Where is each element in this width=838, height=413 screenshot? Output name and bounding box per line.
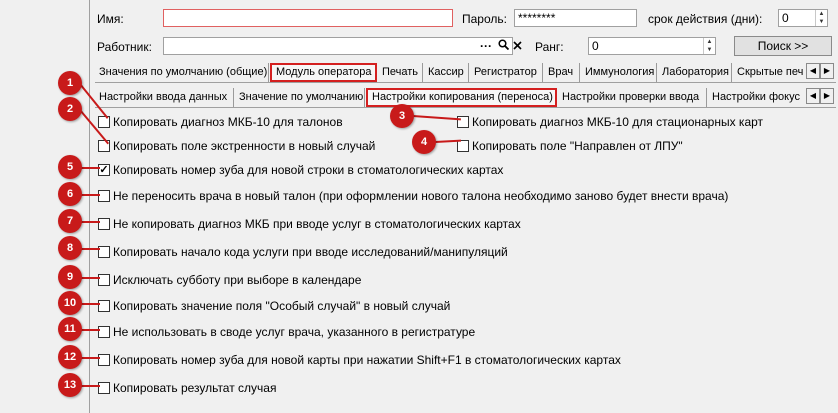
no-transfer-doctor-checkbox[interactable] xyxy=(98,190,110,202)
close-icon[interactable] xyxy=(513,38,522,54)
marker-pointer xyxy=(80,194,100,196)
marker-13: 13 xyxy=(58,373,82,397)
ellipsis-icon[interactable]: ··· xyxy=(480,38,492,54)
marker-pointer xyxy=(80,303,100,305)
tab-focus-settings[interactable]: Настройки фокус xyxy=(708,88,808,107)
marker-8: 8 xyxy=(58,236,82,260)
subtab-divider xyxy=(95,107,836,108)
tabs-sub: Настройки ввода данных Значение по умолч… xyxy=(95,88,836,107)
password-label: Пароль: xyxy=(462,12,507,26)
copy-tooth-shift-f1-checkbox[interactable] xyxy=(98,354,110,366)
marker-11: 11 xyxy=(58,317,82,341)
marker-pointer xyxy=(80,329,100,331)
copy-mkb-talon-checkbox[interactable] xyxy=(98,116,110,128)
checkbox-label: Не использовать в своде услуг врача, ука… xyxy=(113,325,476,339)
copy-special-case-checkbox[interactable] xyxy=(98,300,110,312)
checkbox-label: Копировать диагноз МКБ-10 для талонов xyxy=(113,115,343,129)
scroll-right-icon[interactable]: ▶ xyxy=(820,63,834,79)
search-icon[interactable] xyxy=(498,38,510,54)
checkbox-label: Копировать начало кода услуги при вводе … xyxy=(113,245,508,259)
name-input[interactable] xyxy=(163,9,453,27)
tab-copy-settings[interactable]: Настройки копирования (переноса) xyxy=(366,88,557,107)
tab-input-validation[interactable]: Настройки проверки ввода xyxy=(558,88,707,107)
marker-6: 6 xyxy=(58,182,82,206)
scroll-left-icon[interactable]: ◀ xyxy=(806,88,820,104)
tabs-top: Значения по умолчанию (общие) Модуль опе… xyxy=(95,63,836,82)
marker-5: 5 xyxy=(58,155,82,179)
name-label: Имя: xyxy=(97,12,124,26)
tab-input-settings[interactable]: Настройки ввода данных xyxy=(95,88,234,107)
tab-default-value[interactable]: Значение по умолчанию xyxy=(235,88,365,107)
tab-hidden-print[interactable]: Скрытые печ xyxy=(733,63,809,82)
checkbox-label: Копировать номер зуба для новой карты пр… xyxy=(113,353,621,367)
checkbox-label: Не переносить врача в новый талон (при о… xyxy=(113,189,729,203)
checkbox-label: Копировать значение поля "Особый случай"… xyxy=(113,299,451,313)
checkbox-label: Копировать результат случая xyxy=(113,381,277,395)
tab-cashier[interactable]: Кассир xyxy=(424,63,469,82)
rank-value: 0 xyxy=(592,39,599,53)
checkbox-label: Копировать поле "Направлен от ЛПУ" xyxy=(472,139,683,153)
no-copy-mkb-dental-checkbox[interactable] xyxy=(98,218,110,230)
rank-label: Ранг: xyxy=(535,40,564,54)
tab-divider xyxy=(95,82,836,83)
marker-10: 10 xyxy=(58,291,82,315)
no-use-registry-doctor-checkbox[interactable] xyxy=(98,326,110,338)
copy-referred-from-checkbox[interactable] xyxy=(457,140,469,152)
spinner-arrows-icon[interactable]: ▲ ▼ xyxy=(815,10,827,26)
tab-print[interactable]: Печать xyxy=(378,63,423,82)
checkbox-label: Копировать диагноз МКБ-10 для стационарн… xyxy=(472,115,764,129)
tab-immunology[interactable]: Иммунология xyxy=(581,63,657,82)
exclude-saturday-checkbox[interactable] xyxy=(98,274,110,286)
marker-12: 12 xyxy=(58,345,82,369)
tab-doctor[interactable]: Врач xyxy=(544,63,580,82)
marker-4: 4 xyxy=(412,130,436,154)
validity-label: срок действия (дни): xyxy=(648,12,763,26)
marker-pointer xyxy=(80,385,100,387)
checkbox-label: Копировать поле экстренности в новый слу… xyxy=(113,139,376,153)
marker-pointer xyxy=(80,221,100,223)
marker-pointer xyxy=(80,248,100,250)
search-button[interactable]: Поиск >> xyxy=(734,36,832,56)
marker-pointer xyxy=(80,167,100,169)
validity-spinner[interactable]: 0 ▲ ▼ xyxy=(778,9,828,27)
copy-tooth-number-checkbox[interactable]: ✓ xyxy=(98,164,110,176)
marker-pointer xyxy=(80,277,100,279)
marker-pointer xyxy=(80,357,100,359)
checkmark-icon: ✓ xyxy=(99,164,109,176)
password-input[interactable] xyxy=(514,9,637,27)
marker-9: 9 xyxy=(58,265,82,289)
tab-operator-module[interactable]: Модуль оператора xyxy=(270,63,377,82)
validity-value: 0 xyxy=(782,11,789,25)
settings-panel xyxy=(89,0,838,413)
marker-3: 3 xyxy=(390,104,414,128)
marker-1: 1 xyxy=(58,71,82,95)
tab-laboratory[interactable]: Лаборатория xyxy=(658,63,732,82)
scroll-right-icon[interactable]: ▶ xyxy=(820,88,834,104)
marker-2: 2 xyxy=(58,97,82,121)
tab-registrar[interactable]: Регистратор xyxy=(470,63,543,82)
copy-case-result-checkbox[interactable] xyxy=(98,382,110,394)
checkbox-label: Исключать субботу при выборе в календаре xyxy=(113,273,362,287)
tab-defaults-general[interactable]: Значения по умолчанию (общие) xyxy=(95,63,269,82)
worker-label: Работник: xyxy=(97,40,152,54)
marker-7: 7 xyxy=(58,209,82,233)
checkbox-label: Копировать номер зуба для новой строки в… xyxy=(113,163,504,177)
checkbox-label: Не копировать диагноз МКБ при вводе услу… xyxy=(113,217,521,231)
scroll-left-icon[interactable]: ◀ xyxy=(806,63,820,79)
worker-input[interactable] xyxy=(163,37,513,55)
spinner-arrows-icon[interactable]: ▲ ▼ xyxy=(703,38,715,54)
rank-spinner[interactable]: 0 ▲ ▼ xyxy=(588,37,716,55)
